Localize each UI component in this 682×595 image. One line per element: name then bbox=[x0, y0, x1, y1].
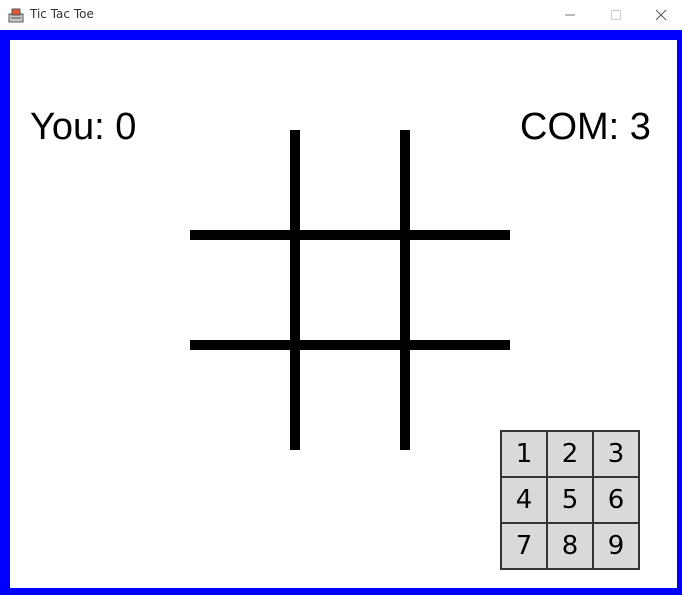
board-horizontal-line-bottom bbox=[190, 340, 510, 350]
keypad-key-3[interactable]: 3 bbox=[593, 431, 639, 477]
keypad-key-7[interactable]: 7 bbox=[501, 523, 547, 569]
keypad-key-4[interactable]: 4 bbox=[501, 477, 547, 523]
window-title: Tic Tac Toe bbox=[30, 7, 94, 21]
move-keypad: 1 2 3 4 5 6 7 8 9 bbox=[500, 430, 640, 570]
maximize-icon bbox=[611, 10, 621, 20]
title-bar: Tic Tac Toe bbox=[0, 0, 682, 30]
close-button[interactable] bbox=[638, 0, 682, 30]
game-frame: You: 0 COM: 3 1 2 3 4 5 6 7 8 9 bbox=[0, 30, 682, 595]
minimize-icon bbox=[565, 14, 575, 16]
keypad-key-8[interactable]: 8 bbox=[547, 523, 593, 569]
keypad-key-5[interactable]: 5 bbox=[547, 477, 593, 523]
game-canvas: You: 0 COM: 3 1 2 3 4 5 6 7 8 9 bbox=[10, 40, 677, 588]
maximize-button[interactable] bbox=[593, 0, 639, 30]
app-icon bbox=[7, 6, 25, 24]
board-vertical-line-left bbox=[290, 130, 300, 450]
board-vertical-line-right bbox=[400, 130, 410, 450]
close-icon bbox=[655, 9, 667, 21]
keypad-key-2[interactable]: 2 bbox=[547, 431, 593, 477]
player-score: You: 0 bbox=[30, 106, 137, 148]
keypad-key-1[interactable]: 1 bbox=[501, 431, 547, 477]
keypad-key-6[interactable]: 6 bbox=[593, 477, 639, 523]
keypad-key-9[interactable]: 9 bbox=[593, 523, 639, 569]
minimize-button[interactable] bbox=[547, 0, 593, 30]
board-horizontal-line-top bbox=[190, 230, 510, 240]
computer-score: COM: 3 bbox=[520, 106, 651, 148]
